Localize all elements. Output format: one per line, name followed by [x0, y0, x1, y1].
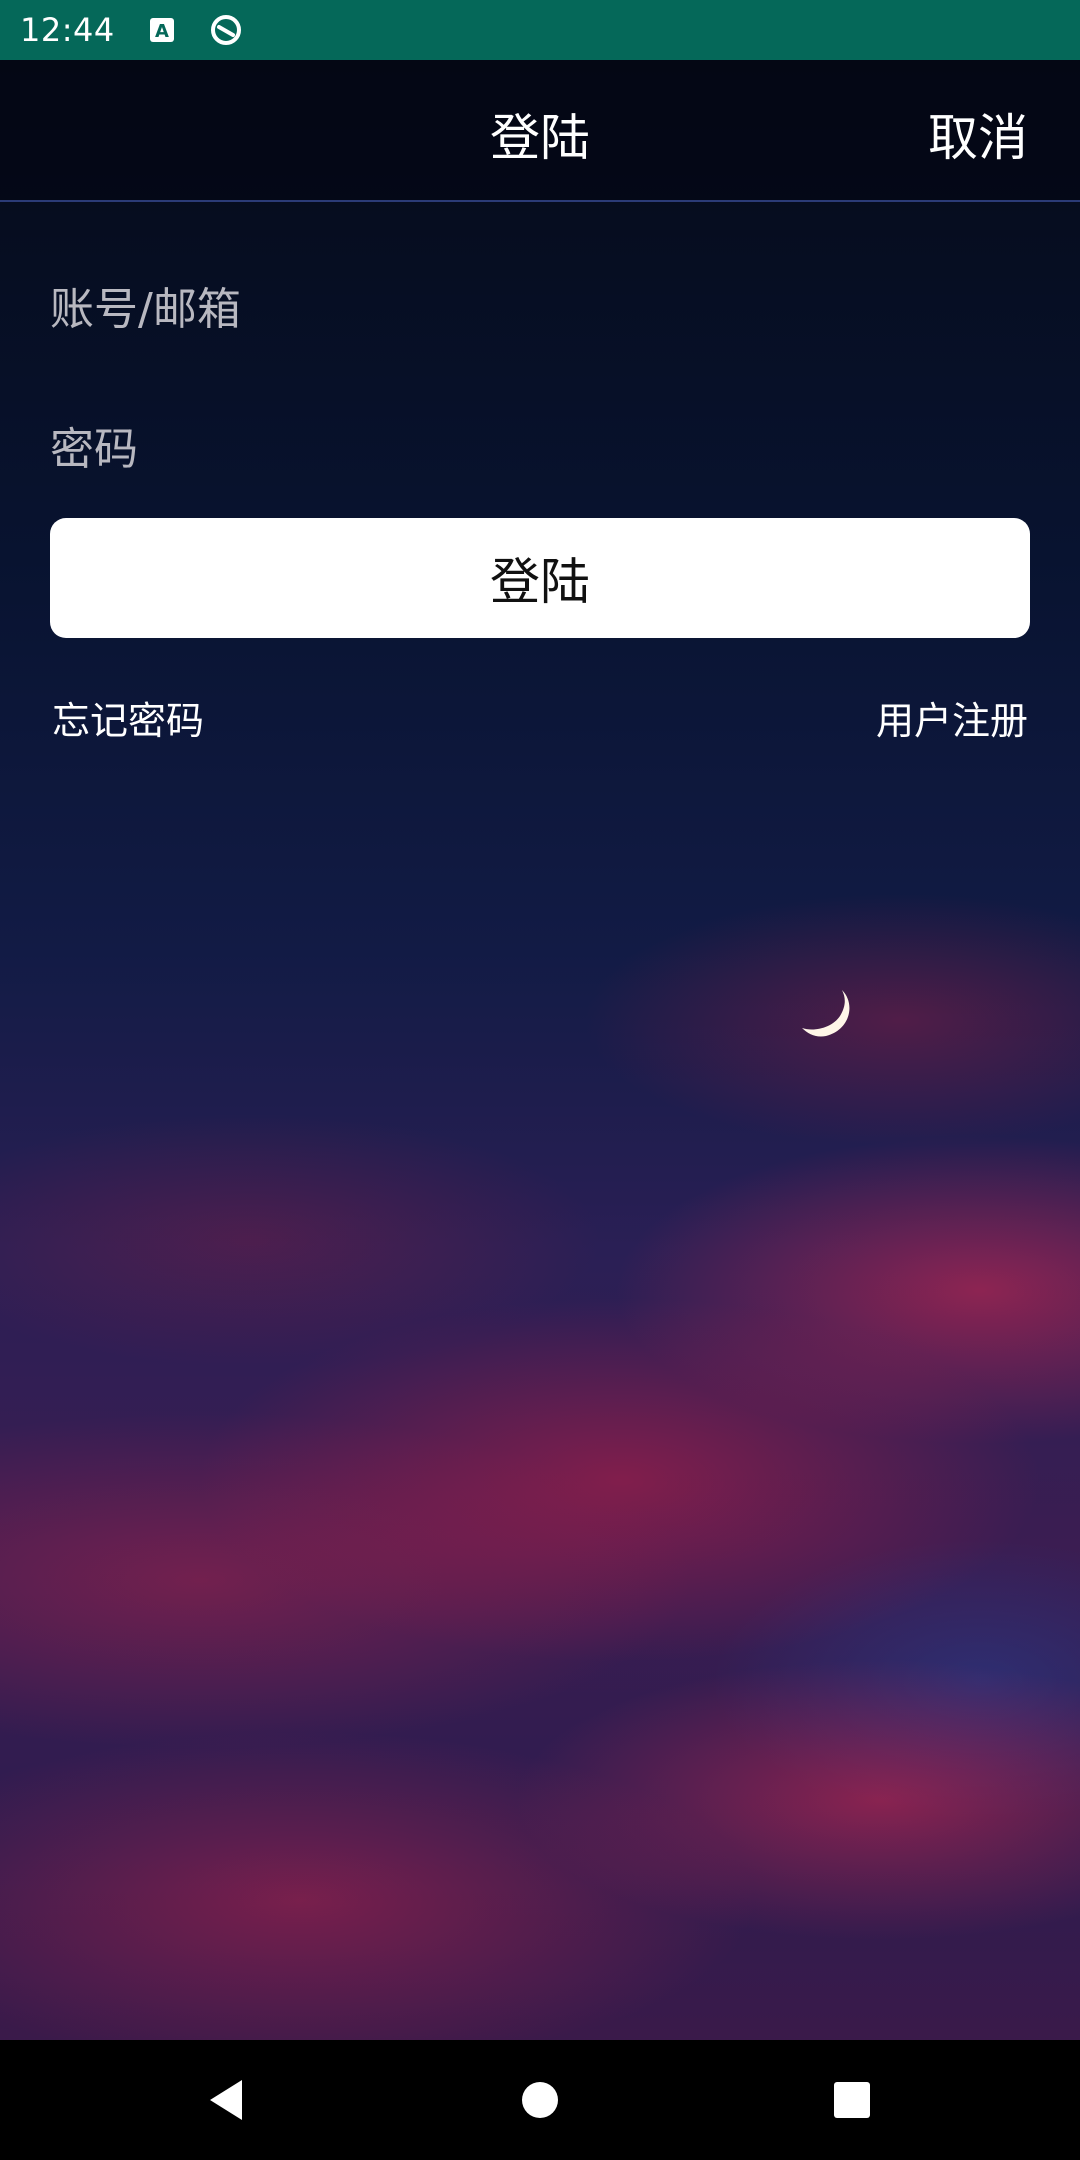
header: 登陆 取消 [0, 60, 1080, 202]
navigation-bar [0, 2040, 1080, 2160]
a-notification-icon: A [145, 13, 179, 47]
register-link[interactable]: 用户注册 [876, 690, 1028, 745]
page-title: 登陆 [490, 109, 590, 167]
recents-icon[interactable] [822, 2070, 882, 2130]
status-bar: 12:44 A [0, 0, 1080, 60]
login-screen: 12:44 A 登陆 取消 登陆 忘记密码 用户注册 [0, 0, 1080, 2160]
svg-text:A: A [155, 21, 169, 42]
back-icon[interactable] [196, 2070, 256, 2130]
sync-icon [209, 13, 243, 47]
password-input[interactable] [50, 404, 1030, 494]
status-time: 12:44 [20, 11, 115, 49]
home-icon[interactable] [510, 2070, 570, 2130]
account-email-input[interactable] [50, 264, 1030, 354]
crescent-moon-image [802, 990, 850, 1037]
login-button[interactable]: 登陆 [50, 518, 1030, 638]
forgot-password-link[interactable]: 忘记密码 [52, 690, 204, 745]
cancel-button[interactable]: 取消 [928, 98, 1028, 170]
night-sky-background [0, 60, 1080, 2040]
